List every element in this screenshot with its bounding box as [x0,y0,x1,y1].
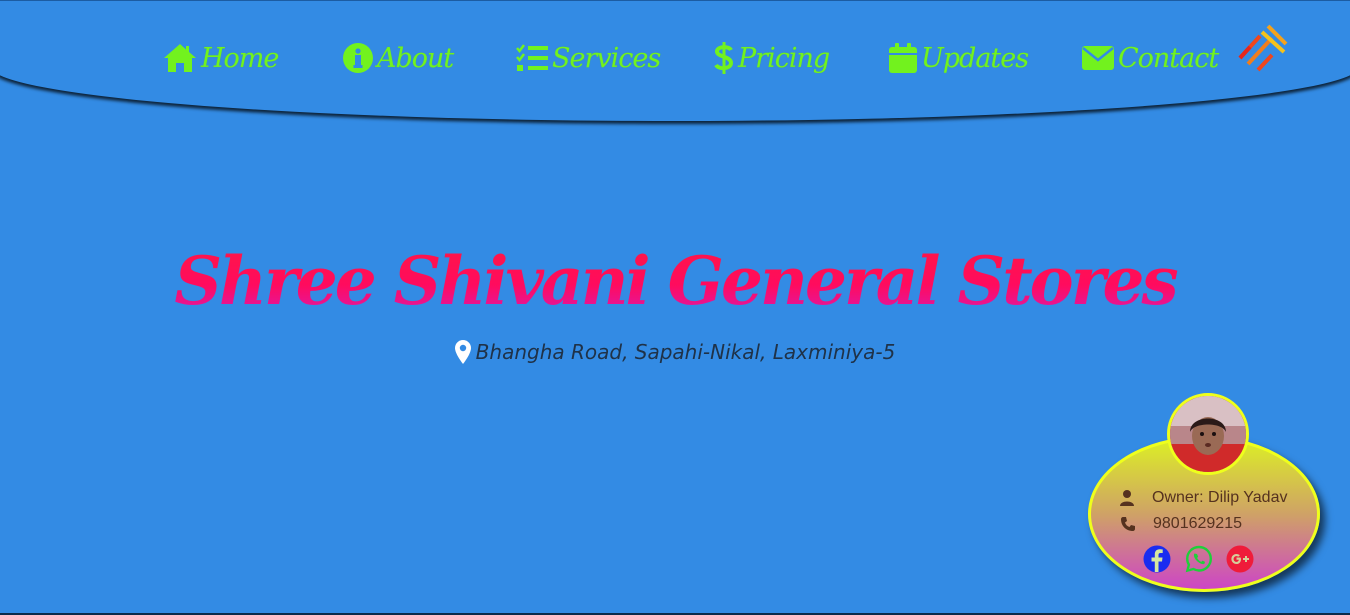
facebook-icon [1143,545,1171,573]
nav-contact[interactable]: Contact [1081,38,1219,78]
nav-contact-label: Contact [1118,42,1219,74]
owner-avatar [1167,393,1249,475]
info-circle-icon [343,43,373,73]
owner-phone-row: 9801629215 [1120,515,1242,533]
phone-icon [1121,517,1135,531]
user-icon [1120,490,1134,506]
nav-services[interactable]: Services [515,38,661,78]
google-plus-link[interactable] [1226,545,1254,577]
google-plus-icon [1226,545,1254,573]
whatsapp-link[interactable] [1185,545,1213,577]
owner-name-row: Owner: Dilip Yadav [1120,489,1287,507]
hamburger-menu-icon[interactable] [1236,22,1292,74]
nav-home-label: Home [201,42,279,74]
map-marker-icon [454,340,471,364]
home-icon [164,44,196,72]
nav-pricing-label: Pricing [738,42,830,74]
store-title: Shree Shivani General Stores [0,242,1350,320]
nav-services-label: Services [552,42,661,74]
address-text: Bhangha Road, Sapahi-Nikal, Laxminiya-5 [475,340,896,364]
calendar-icon [889,43,917,73]
whatsapp-icon [1185,545,1213,573]
nav-home[interactable]: Home [162,38,279,78]
nav-about-label: About [377,42,454,74]
nav-pricing[interactable]: Pricing [713,38,830,78]
owner-phone[interactable]: 9801629215 [1153,515,1242,533]
tasks-list-icon [516,44,548,71]
nav-updates-label: Updates [921,42,1029,74]
nav-updates[interactable]: Updates [888,38,1029,78]
dollar-icon [714,42,734,74]
facebook-link[interactable] [1143,545,1171,577]
store-address: Bhangha Road, Sapahi-Nikal, Laxminiya-5 [0,340,1350,364]
owner-name: Owner: Dilip Yadav [1152,489,1288,506]
nav-about[interactable]: About [342,38,454,78]
envelope-icon [1082,46,1114,70]
